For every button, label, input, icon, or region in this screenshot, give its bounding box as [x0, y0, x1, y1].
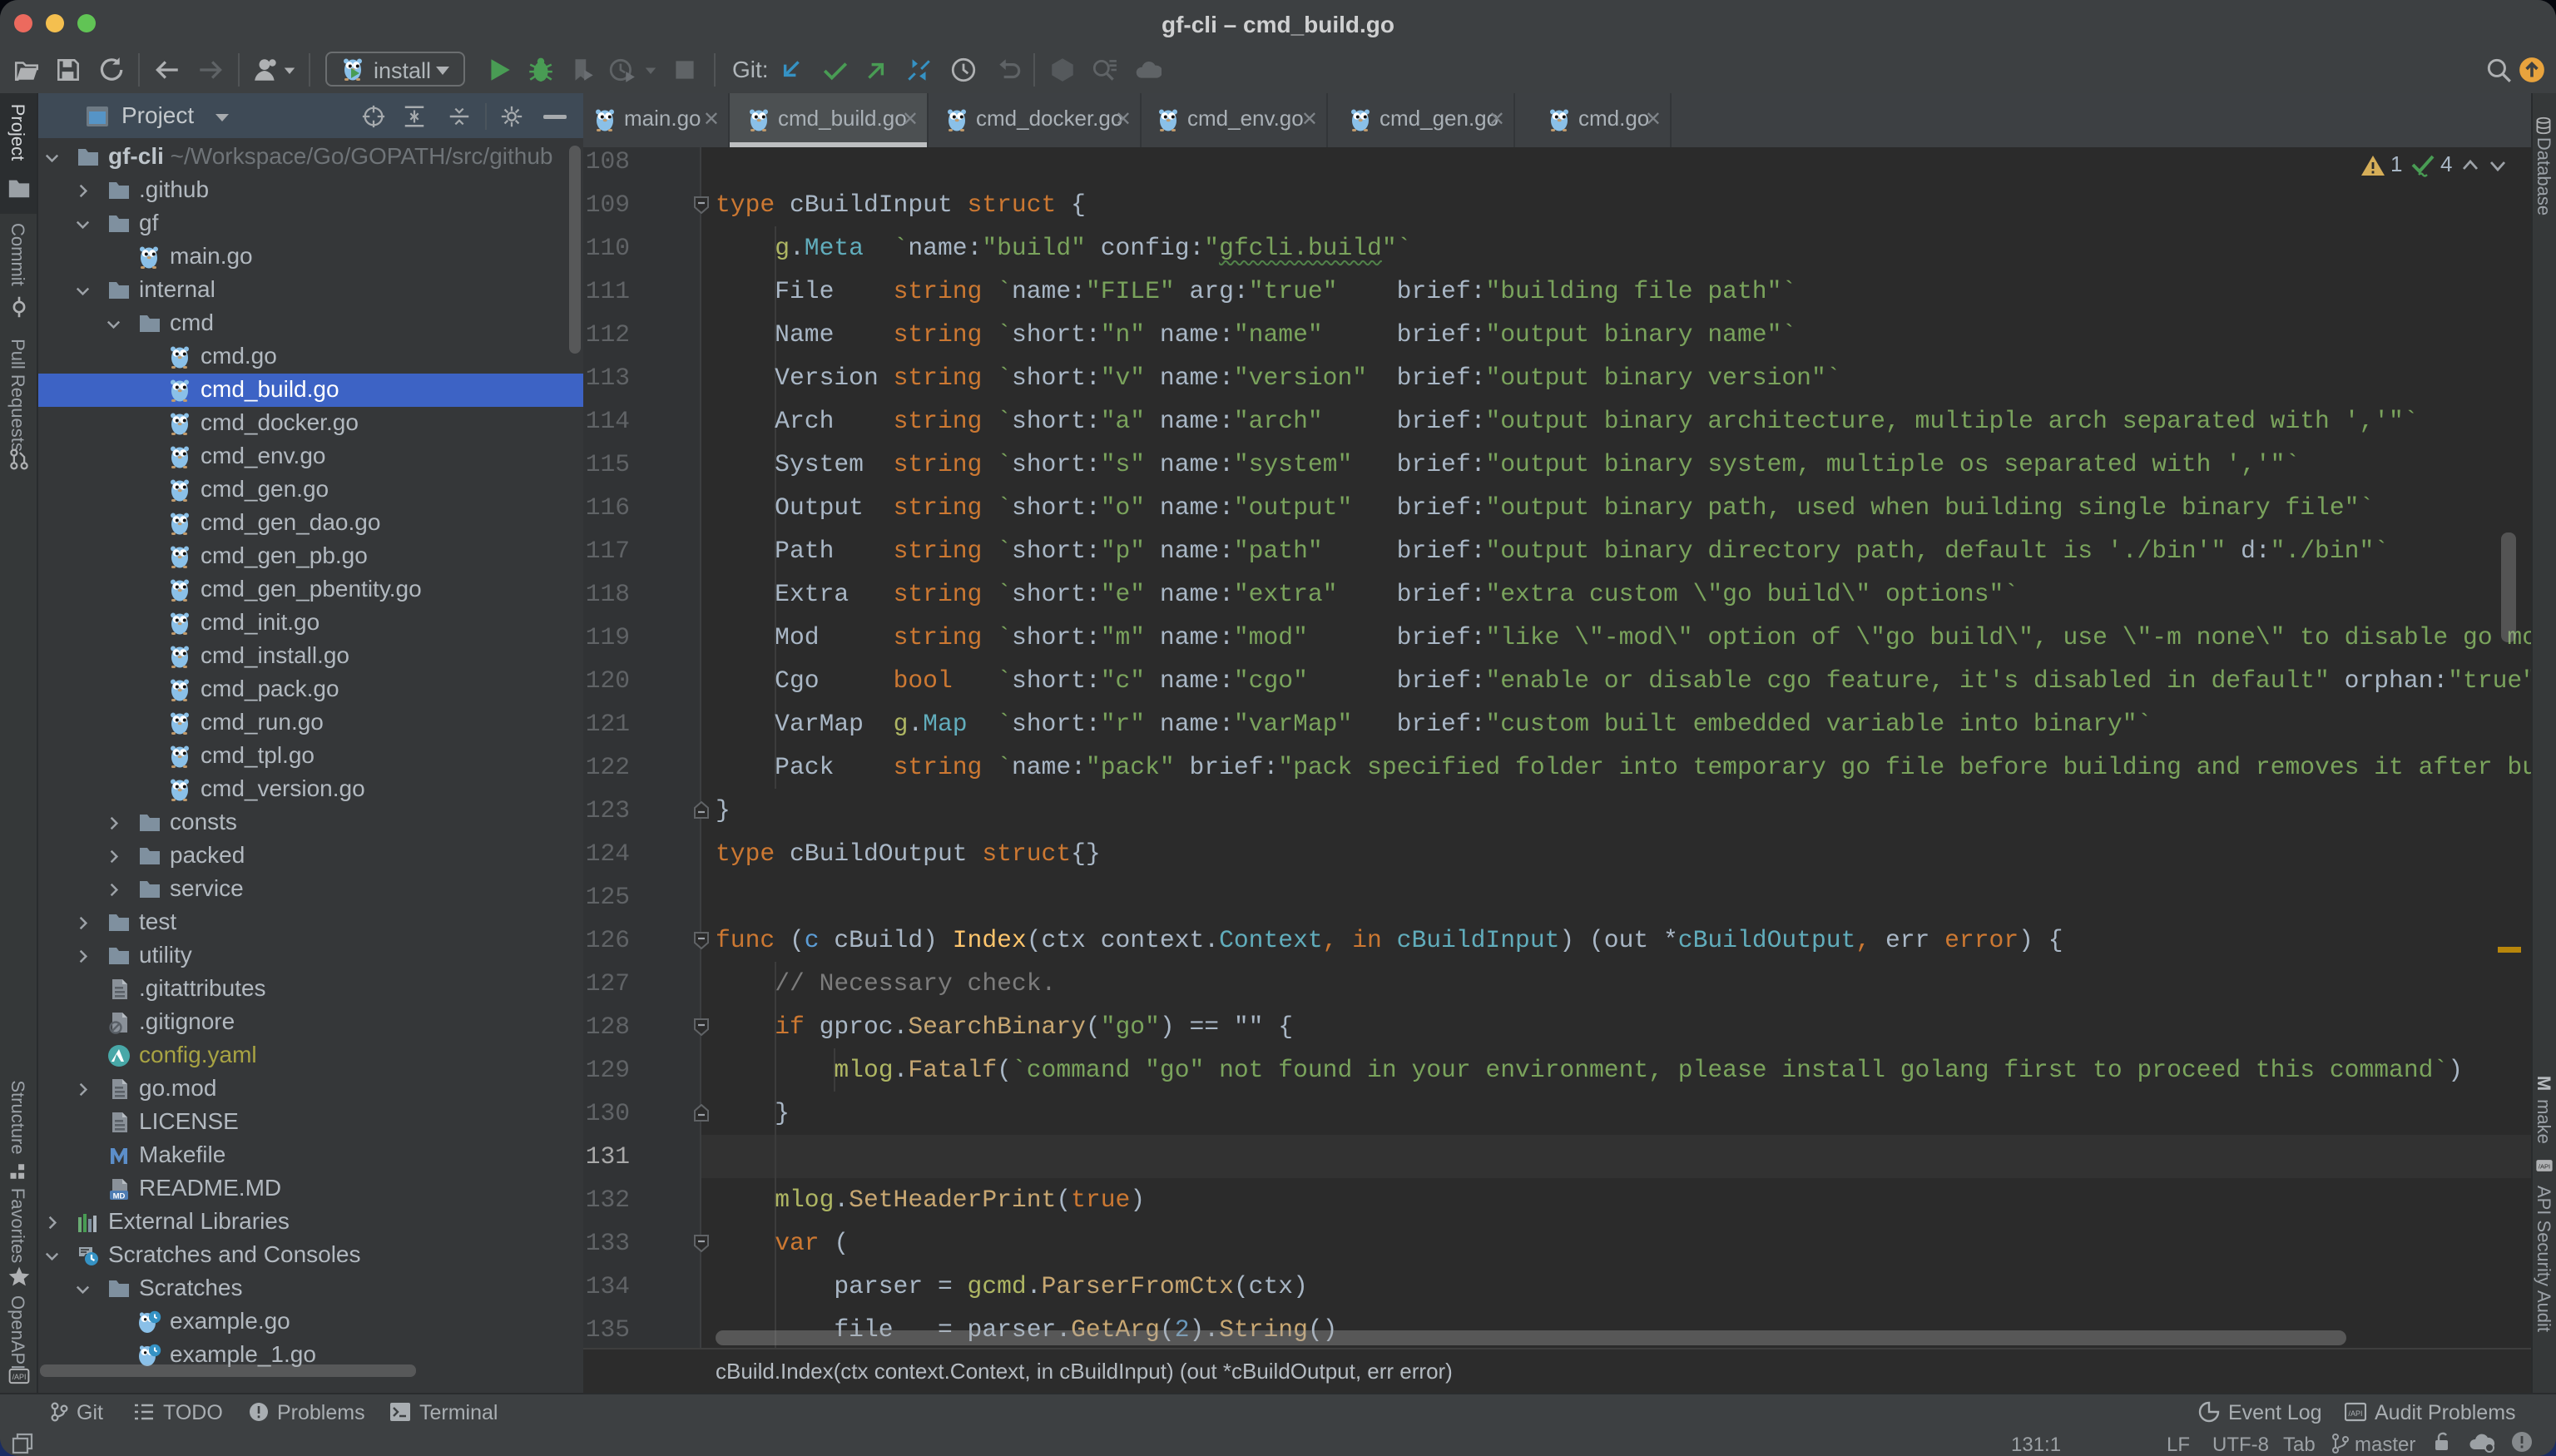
- svg-text:/API: /API: [12, 1373, 27, 1381]
- svg-text:/API: /API: [2539, 1162, 2550, 1170]
- svg-text:/API: /API: [2348, 1409, 2362, 1418]
